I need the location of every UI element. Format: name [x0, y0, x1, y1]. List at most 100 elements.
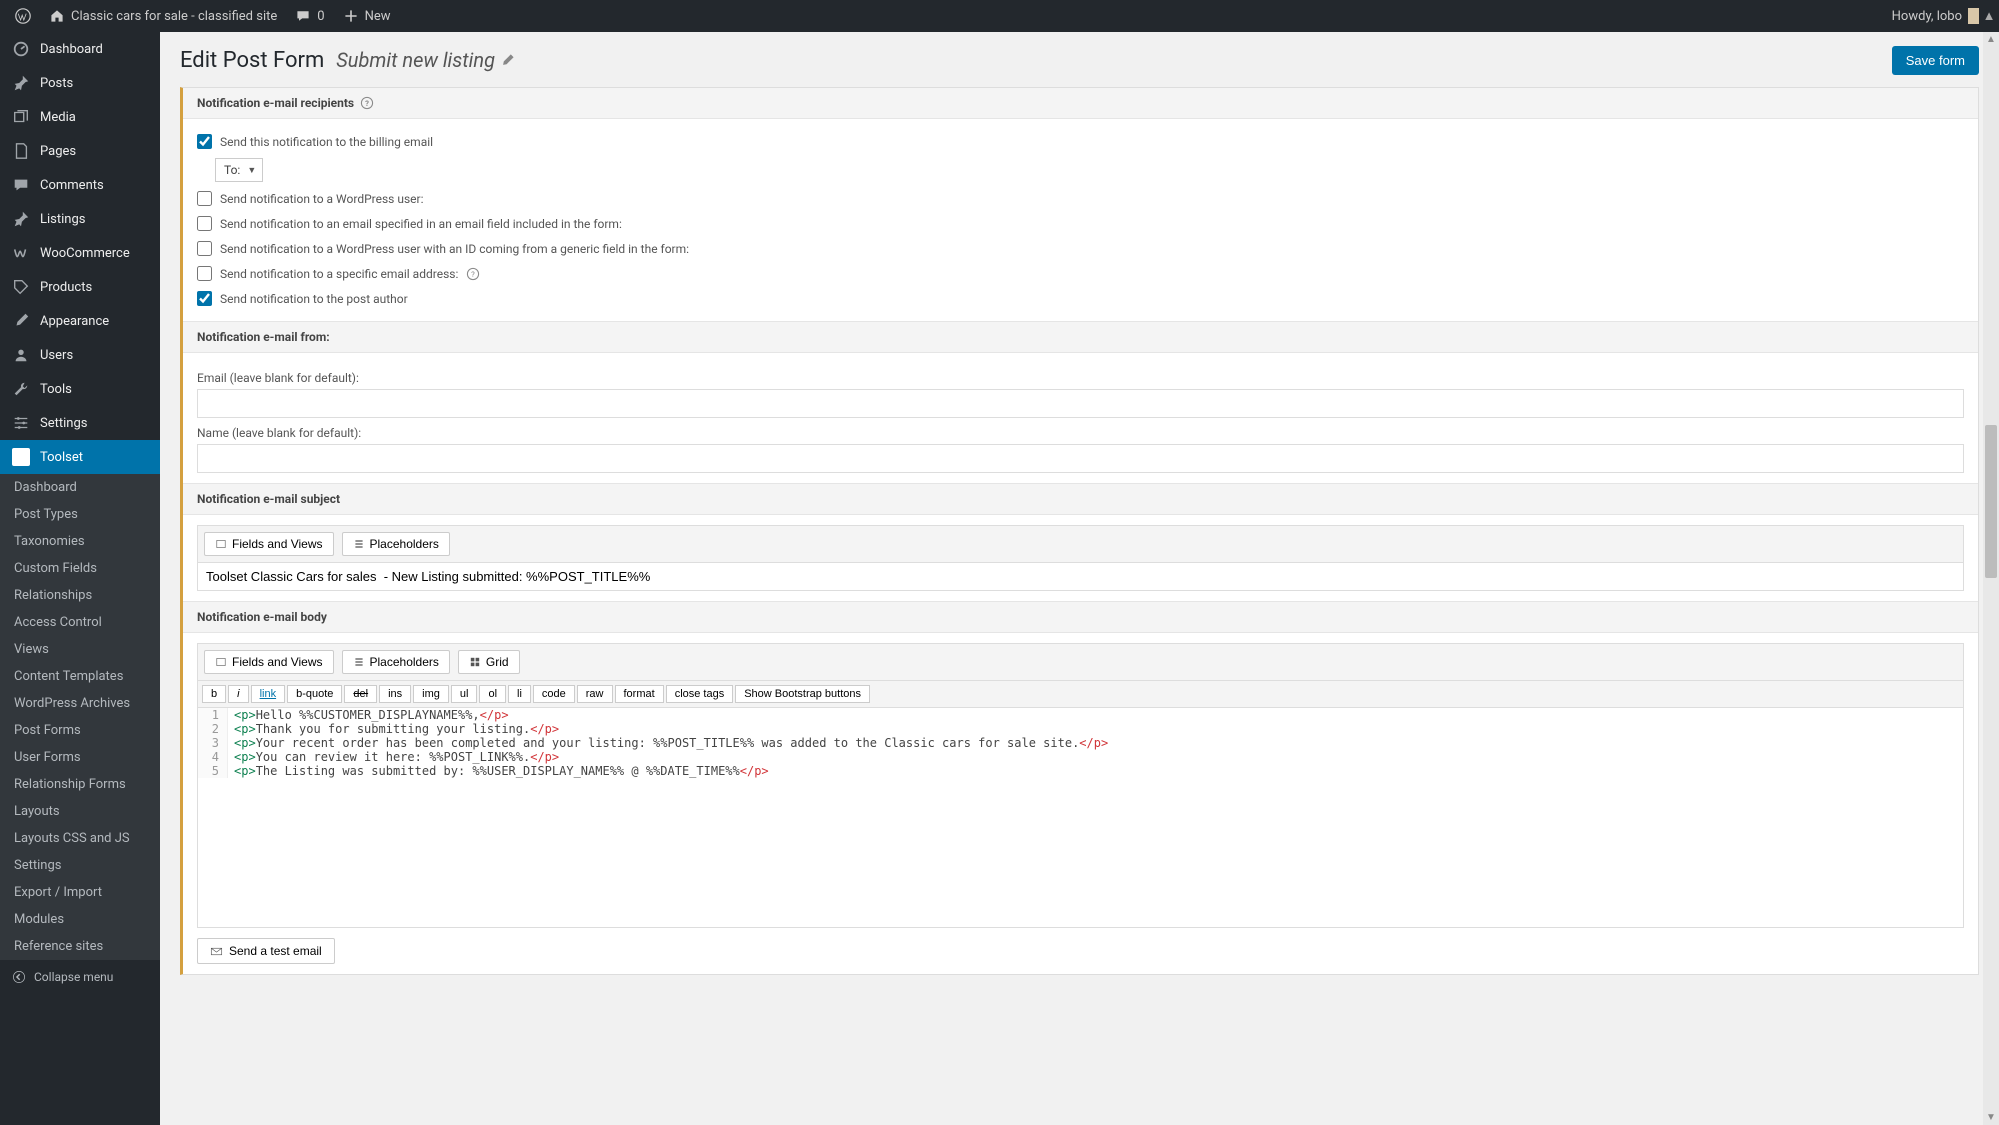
sidebar-label: Posts: [40, 76, 73, 91]
site-name: Classic cars for sale - classified site: [71, 9, 277, 24]
qt-bquote[interactable]: b-quote: [287, 685, 342, 703]
image-icon: [215, 538, 227, 550]
sidebar-item-media[interactable]: Media: [0, 100, 160, 134]
pencil-icon[interactable]: [501, 53, 515, 67]
sidebar-item-tools[interactable]: Tools: [0, 372, 160, 406]
from-email-input[interactable]: [197, 389, 1964, 418]
page-title: Edit Post Form: [180, 48, 324, 73]
sub-user-forms[interactable]: User Forms: [0, 744, 160, 771]
qt-format[interactable]: format: [615, 685, 664, 703]
sidebar-item-toolset[interactable]: Toolset: [0, 440, 160, 474]
chk-specific-email[interactable]: [197, 266, 212, 281]
save-form-button[interactable]: Save form: [1892, 46, 1979, 75]
sub-views[interactable]: Views: [0, 636, 160, 663]
chk-wp-user-id[interactable]: [197, 241, 212, 256]
chk-post-author[interactable]: [197, 291, 212, 306]
to-select[interactable]: To:: [215, 158, 263, 182]
sidebar-item-products[interactable]: Products: [0, 270, 160, 304]
qt-ins[interactable]: ins: [379, 685, 411, 703]
qt-show-bootstrap[interactable]: Show Bootstrap buttons: [735, 685, 870, 703]
sub-relationship-forms[interactable]: Relationship Forms: [0, 771, 160, 798]
collapse-icon: [12, 970, 26, 984]
sidebar-item-users[interactable]: Users: [0, 338, 160, 372]
scroll-up-arrow[interactable]: ▲: [1983, 34, 1999, 45]
qt-img[interactable]: img: [413, 685, 449, 703]
chk-wp-user-label: Send notification to a WordPress user:: [220, 192, 423, 206]
wp-logo[interactable]: [15, 8, 31, 24]
from-name-input[interactable]: [197, 444, 1964, 473]
sub-dashboard[interactable]: Dashboard: [0, 474, 160, 501]
sidebar-item-comments[interactable]: Comments: [0, 168, 160, 202]
scroll-down-arrow[interactable]: ▼: [1983, 1112, 1999, 1123]
section-subject-head: Notification e-mail subject: [183, 483, 1978, 515]
sub-export-import[interactable]: Export / Import: [0, 879, 160, 906]
sub-access-control[interactable]: Access Control: [0, 609, 160, 636]
qt-ul[interactable]: ul: [451, 685, 478, 703]
toolset-icon: [12, 448, 30, 466]
sidebar-item-listings[interactable]: Listings: [0, 202, 160, 236]
collapse-panel-arrow[interactable]: ▲: [1979, 0, 1999, 32]
brush-icon: [12, 312, 30, 330]
sidebar-item-woocommerce[interactable]: WooCommerce: [0, 236, 160, 270]
sidebar-item-posts[interactable]: Posts: [0, 66, 160, 100]
placeholders-button-body[interactable]: Placeholders: [342, 650, 450, 674]
fields-views-button[interactable]: Fields and Views: [204, 532, 334, 556]
pin-icon: [12, 74, 30, 92]
qt-ol[interactable]: ol: [479, 685, 506, 703]
new-link[interactable]: New: [343, 8, 391, 24]
grid-button[interactable]: Grid: [458, 650, 520, 674]
help-icon[interactable]: ?: [360, 96, 374, 110]
chk-email-field[interactable]: [197, 216, 212, 231]
woo-icon: [12, 244, 30, 262]
sub-relationships[interactable]: Relationships: [0, 582, 160, 609]
sidebar-item-pages[interactable]: Pages: [0, 134, 160, 168]
sub-post-types[interactable]: Post Types: [0, 501, 160, 528]
howdy-link[interactable]: Howdy, lobo: [1892, 8, 1984, 24]
collapse-menu[interactable]: Collapse menu: [0, 960, 160, 994]
qt-raw[interactable]: raw: [577, 685, 613, 703]
help-icon[interactable]: ?: [466, 267, 480, 281]
page-subtitle: Submit new listing: [336, 48, 495, 72]
send-test-email-button[interactable]: Send a test email: [197, 938, 335, 964]
comments-link[interactable]: 0: [295, 8, 324, 24]
sidebar-label: Settings: [40, 416, 87, 431]
sub-layouts[interactable]: Layouts: [0, 798, 160, 825]
qt-close-tags[interactable]: close tags: [666, 685, 734, 703]
sidebar-label: Users: [40, 348, 73, 363]
scrollbar[interactable]: ▲ ▼: [1983, 32, 1999, 1125]
placeholders-button[interactable]: Placeholders: [342, 532, 450, 556]
sub-post-forms[interactable]: Post Forms: [0, 717, 160, 744]
sub-taxonomies[interactable]: Taxonomies: [0, 528, 160, 555]
media-icon: [12, 108, 30, 126]
sub-custom-fields[interactable]: Custom Fields: [0, 555, 160, 582]
subject-input[interactable]: [197, 563, 1964, 591]
sidebar-item-appearance[interactable]: Appearance: [0, 304, 160, 338]
howdy-text: Howdy, lobo: [1892, 9, 1962, 24]
scroll-thumb[interactable]: [1985, 425, 1997, 578]
to-label: To:: [224, 163, 240, 177]
sidebar-item-dashboard[interactable]: Dashboard: [0, 32, 160, 66]
chk-billing-email[interactable]: [197, 134, 212, 149]
collapse-label: Collapse menu: [34, 970, 113, 984]
sidebar-item-settings[interactable]: Settings: [0, 406, 160, 440]
sub-layouts-css-js[interactable]: Layouts CSS and JS: [0, 825, 160, 852]
qt-li[interactable]: li: [508, 685, 531, 703]
site-name-link[interactable]: Classic cars for sale - classified site: [49, 8, 277, 24]
sub-settings[interactable]: Settings: [0, 852, 160, 879]
from-email-label: Email (leave blank for default):: [197, 371, 1964, 385]
qt-link[interactable]: link: [251, 685, 286, 703]
sidebar-label: Media: [40, 110, 76, 125]
body-code-editor[interactable]: 1<p>Hello %%CUSTOMER_DISPLAYNAME%%,</p> …: [197, 708, 1964, 928]
qt-del[interactable]: del: [344, 685, 377, 703]
qt-code[interactable]: code: [533, 685, 575, 703]
sub-modules[interactable]: Modules: [0, 906, 160, 933]
sub-reference-sites[interactable]: Reference sites: [0, 933, 160, 960]
section-recipients-head: Notification e-mail recipients ?: [183, 88, 1978, 119]
qt-b[interactable]: b: [202, 685, 226, 703]
chk-wp-user[interactable]: [197, 191, 212, 206]
sub-wp-archives[interactable]: WordPress Archives: [0, 690, 160, 717]
qt-i[interactable]: i: [228, 685, 248, 703]
svg-text:?: ?: [365, 99, 369, 108]
sub-content-templates[interactable]: Content Templates: [0, 663, 160, 690]
fields-views-button-body[interactable]: Fields and Views: [204, 650, 334, 674]
